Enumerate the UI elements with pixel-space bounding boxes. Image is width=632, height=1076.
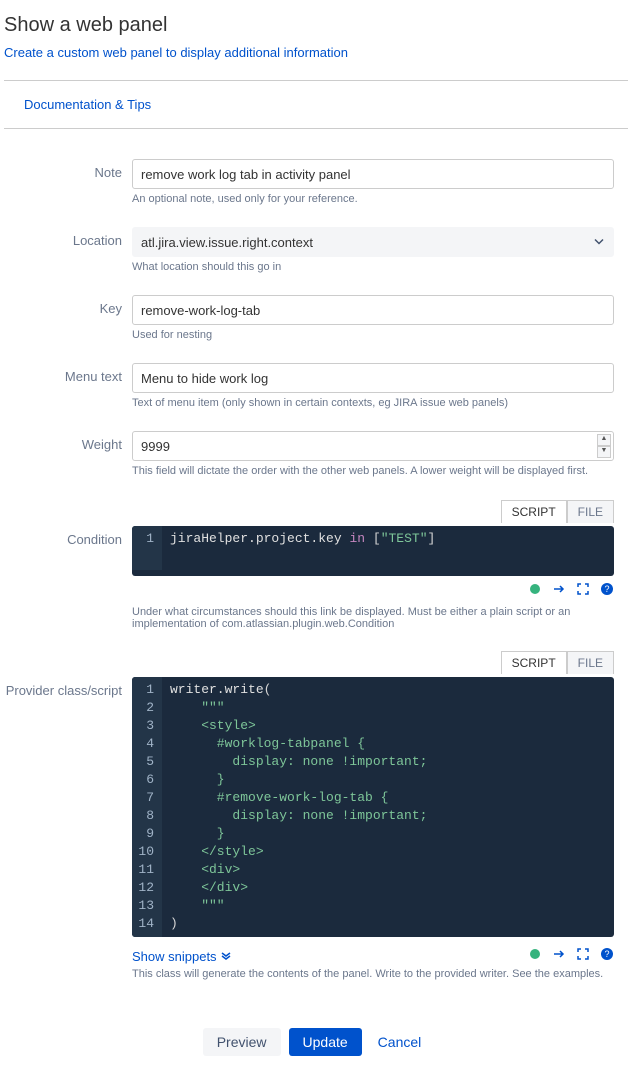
documentation-tips-section[interactable]: Documentation & Tips xyxy=(4,80,628,129)
key-help: Used for nesting xyxy=(132,329,614,341)
provider-editor[interactable]: 1 2 3 4 5 6 7 8 9 10 11 12 13 14 xyxy=(132,677,614,937)
location-label: Location xyxy=(4,227,132,291)
note-label: Note xyxy=(4,159,132,223)
menu-text-label: Menu text xyxy=(4,363,132,427)
expand-icon[interactable] xyxy=(576,582,590,596)
help-icon[interactable]: ? xyxy=(600,947,614,961)
run-arrow-icon[interactable] xyxy=(552,947,566,961)
menu-text-help: Text of menu item (only shown in certain… xyxy=(132,397,614,409)
weight-label: Weight xyxy=(4,431,132,495)
note-input[interactable] xyxy=(132,159,614,189)
condition-editor[interactable]: 1 jiraHelper.project.key in ["TEST"] xyxy=(132,526,614,576)
help-icon[interactable]: ? xyxy=(600,582,614,596)
key-label: Key xyxy=(4,295,132,359)
page-title: Show a web panel xyxy=(4,14,628,37)
condition-help: Under what circumstances should this lin… xyxy=(132,606,614,630)
menu-text-input[interactable] xyxy=(132,363,614,393)
note-help: An optional note, used only for your ref… xyxy=(132,193,614,205)
location-help: What location should this go in xyxy=(132,261,614,273)
spinner-down-icon[interactable]: ▼ xyxy=(597,446,611,458)
spinner-up-icon[interactable]: ▲ xyxy=(597,434,611,446)
tab-script[interactable]: SCRIPT xyxy=(501,651,567,674)
status-dot-icon xyxy=(528,582,542,596)
provider-help: This class will generate the contents of… xyxy=(132,968,614,980)
weight-help: This field will dictate the order with t… xyxy=(132,465,614,477)
tab-script[interactable]: SCRIPT xyxy=(501,500,567,523)
chevron-double-down-icon xyxy=(221,949,231,964)
update-button[interactable]: Update xyxy=(289,1028,362,1056)
location-select[interactable]: atl.jira.view.issue.right.context xyxy=(132,227,614,257)
run-arrow-icon[interactable] xyxy=(552,582,566,596)
page-subtitle: Create a custom web panel to display add… xyxy=(4,45,628,60)
show-snippets-link[interactable]: Show snippets xyxy=(132,943,231,964)
expand-icon[interactable] xyxy=(576,947,590,961)
svg-text:?: ? xyxy=(604,584,609,594)
tab-file[interactable]: FILE xyxy=(567,651,614,674)
tab-file[interactable]: FILE xyxy=(567,500,614,523)
provider-label: Provider class/script xyxy=(4,677,132,998)
key-input[interactable] xyxy=(132,295,614,325)
status-dot-icon xyxy=(528,947,542,961)
preview-button[interactable]: Preview xyxy=(203,1028,281,1056)
cancel-button[interactable]: Cancel xyxy=(370,1028,430,1056)
svg-text:?: ? xyxy=(604,949,609,959)
weight-input[interactable] xyxy=(132,431,614,461)
condition-label: Condition xyxy=(4,526,132,646)
weight-spinner[interactable]: ▲ ▼ xyxy=(597,434,611,458)
